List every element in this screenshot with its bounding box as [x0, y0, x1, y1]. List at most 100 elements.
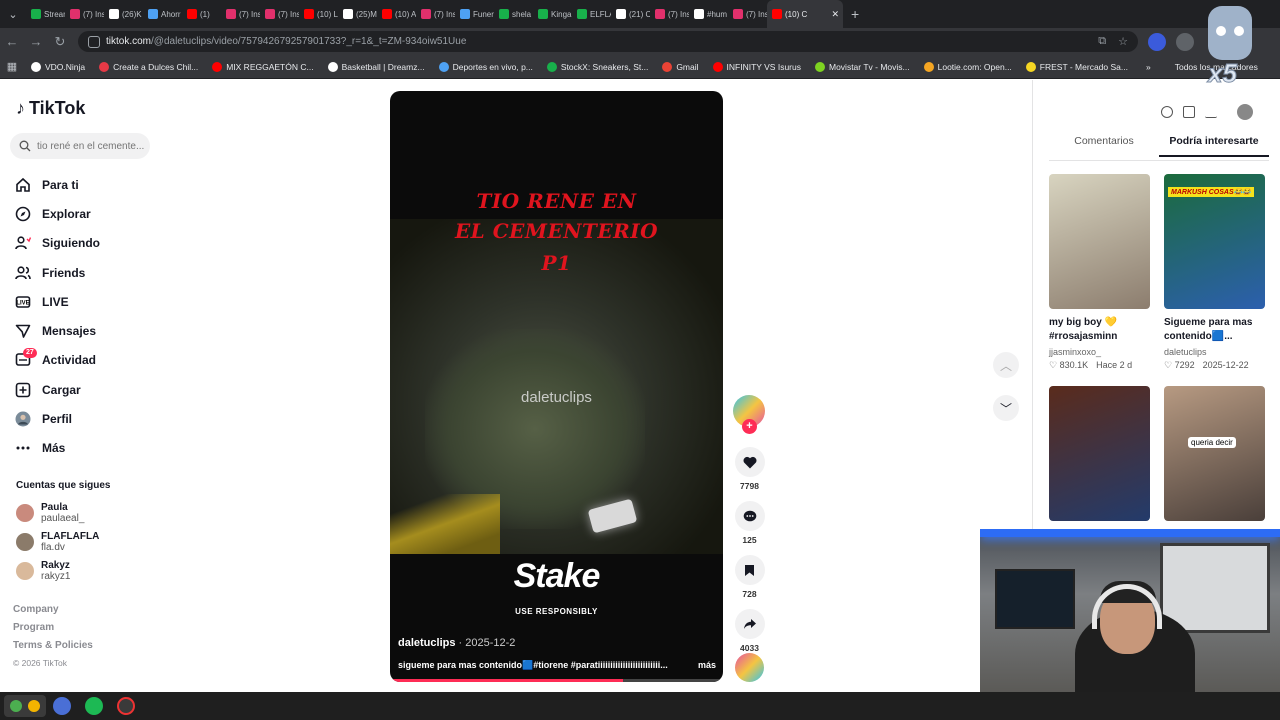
footer-program-link[interactable]: Program [13, 622, 93, 640]
forward-icon[interactable]: → [24, 34, 48, 49]
bookmark-item[interactable]: FREST - Mercado Sa... [1019, 61, 1135, 72]
follow-plus-icon[interactable]: + [742, 419, 757, 434]
video-thumbnail[interactable]: MARKUSH COSAS😂😂 [1164, 174, 1265, 309]
browser-tab[interactable]: (26)K [104, 0, 143, 28]
taskbar-app-icon[interactable] [53, 697, 71, 715]
bookmark-star-icon[interactable]: ☆ [1118, 35, 1128, 48]
nav-item-perfil[interactable]: Perfil [14, 404, 100, 433]
extension-icon[interactable] [1148, 32, 1166, 51]
like-button[interactable] [734, 447, 765, 477]
bookmark-item[interactable]: Basketball | Dreamz... [321, 61, 432, 72]
bookmark-item[interactable]: MIX REGGAETÓN C... [205, 61, 320, 72]
browser-tab[interactable]: (10) L [299, 0, 338, 28]
nav-item-live[interactable]: LIVE LIVE [14, 287, 100, 316]
browser-tab[interactable]: Stream [26, 0, 65, 28]
browser-tab[interactable]: (21) C [611, 0, 650, 28]
share-button[interactable] [734, 609, 765, 639]
browser-tab[interactable]: (10) A [377, 0, 416, 28]
card-user[interactable]: daletuclips [1164, 347, 1265, 357]
tab-favicon [265, 9, 275, 19]
browser-tab[interactable]: (10) C ✕ [767, 0, 843, 28]
following-account[interactable]: Rakyz rakyz1 [16, 556, 99, 585]
video-thumbnail[interactable] [1049, 386, 1150, 521]
browser-tab[interactable]: (7) Ins [260, 0, 299, 28]
card-user[interactable]: jjasminxoxo_ [1049, 347, 1150, 357]
music-disc-avatar[interactable] [735, 653, 764, 682]
bookmark-item[interactable]: Gmail [655, 61, 705, 72]
browser-tab[interactable]: (7) Ins [728, 0, 767, 28]
footer-terms-link[interactable]: Terms & Policies [13, 640, 93, 658]
browser-tab[interactable]: (1) [182, 0, 221, 28]
tab-comments[interactable]: Comentarios [1049, 135, 1159, 157]
bookmark-item[interactable]: Movistar Tv - Movis... [808, 61, 917, 72]
video-progress-bar[interactable] [390, 679, 723, 682]
comment-button[interactable] [734, 501, 765, 531]
next-video-chevron-down-icon[interactable]: ﹀ [993, 395, 1019, 421]
obs-icon[interactable] [117, 697, 135, 715]
footer-company-link[interactable]: Company [13, 604, 93, 622]
spotify-icon[interactable] [85, 697, 103, 715]
browser-tab[interactable]: (7) Ins [221, 0, 260, 28]
apps-grid-icon[interactable]: ▦ [0, 60, 24, 73]
taskbar-active-app[interactable] [4, 695, 46, 717]
tab-search-icon[interactable]: ⌄ [0, 0, 26, 28]
save-button[interactable] [734, 555, 765, 585]
search-box[interactable] [10, 133, 150, 159]
caption-more-link[interactable]: más [698, 660, 716, 671]
recommended-video-card[interactable] [1049, 386, 1150, 521]
browser-tab[interactable]: ELFLA [572, 0, 611, 28]
account-avatar[interactable] [1237, 104, 1253, 120]
address-bar[interactable]: tiktok.com /@daletuclips/video/757942679… [78, 31, 1138, 52]
creator-avatar[interactable]: + [733, 395, 765, 434]
recommended-video-card[interactable]: queria decir [1164, 386, 1265, 521]
back-icon[interactable]: ← [0, 34, 24, 49]
site-info-icon[interactable] [88, 35, 100, 48]
nav-item-más[interactable]: Más [14, 434, 100, 463]
browser-tab[interactable]: Funer [455, 0, 494, 28]
nav-item-friends[interactable]: Friends [14, 258, 100, 287]
bookmarks-overflow-icon[interactable]: » [1139, 62, 1158, 72]
nav-item-cargar[interactable]: Cargar [14, 375, 100, 404]
previous-video-chevron-up-icon[interactable]: ︿ [993, 352, 1019, 378]
card-title[interactable]: my big boy 💛 #rrosajasminn [1049, 316, 1150, 345]
search-input[interactable] [37, 140, 147, 152]
download-icon[interactable] [1205, 106, 1217, 118]
bookmark-item[interactable]: Create a Dulces Chil... [92, 61, 205, 72]
coins-icon[interactable] [1161, 106, 1173, 118]
new-tab-button[interactable]: + [843, 6, 867, 22]
bookmark-item[interactable]: Deportes en vivo, p... [432, 61, 540, 72]
nav-item-mensajes[interactable]: Mensajes [14, 316, 100, 345]
browser-tab[interactable]: shela [494, 0, 533, 28]
bookmark-item[interactable]: StockX: Sneakers, St... [540, 61, 655, 72]
browser-tab[interactable]: Ahorr [143, 0, 182, 28]
following-account[interactable]: Paula paulaeal_ [16, 498, 99, 527]
reload-icon[interactable]: ↻ [48, 34, 72, 50]
extensions-puzzle-icon[interactable] [1176, 32, 1194, 51]
browser-tab[interactable]: (7) Ins [416, 0, 455, 28]
recommended-video-card[interactable]: my big boy 💛 #rrosajasminn jjasminxoxo_ ♡ … [1049, 174, 1150, 371]
bookmark-item[interactable]: VDO.Ninja [24, 61, 92, 72]
browser-tab[interactable]: #hum [689, 0, 728, 28]
browser-tab[interactable]: (7) Ins [65, 0, 104, 28]
browser-tab[interactable]: Kinga [533, 0, 572, 28]
following-account[interactable]: FLAFLAFLA fla.dv [16, 527, 99, 556]
card-title[interactable]: Sigueme para mas contenido🟦... [1164, 316, 1265, 345]
install-icon[interactable]: ⧉ [1098, 35, 1106, 48]
browser-tab[interactable]: (25)M [338, 0, 377, 28]
nav-item-siguiendo[interactable]: Siguiendo [14, 229, 100, 258]
nav-item-actividad[interactable]: Actividad 27 [14, 346, 100, 375]
nav-item-para-ti[interactable]: Para ti [14, 170, 100, 199]
video-thumbnail[interactable] [1049, 174, 1150, 309]
close-tab-icon[interactable]: ✕ [831, 9, 839, 20]
video-player[interactable]: TIO RENE EN EL CEMENTERIO P1 daletuclips… [390, 91, 723, 682]
tiktok-logo[interactable]: ♪ TikTok [16, 98, 85, 119]
device-icon[interactable] [1183, 106, 1195, 118]
nav-item-explorar[interactable]: Explorar [14, 199, 100, 228]
tab-recommended[interactable]: Podría interesarte [1159, 135, 1269, 157]
video-thumbnail[interactable]: queria decir [1164, 386, 1265, 521]
bookmark-item[interactable]: Lootie.com: Open... [917, 61, 1019, 72]
bookmark-item[interactable]: INFINITY VS Isurus [706, 61, 808, 72]
video-author[interactable]: daletuclips [398, 637, 455, 649]
browser-tab[interactable]: (7) Ins [650, 0, 689, 28]
recommended-video-card[interactable]: MARKUSH COSAS😂😂 Sigueme para mas contenid… [1164, 174, 1265, 371]
